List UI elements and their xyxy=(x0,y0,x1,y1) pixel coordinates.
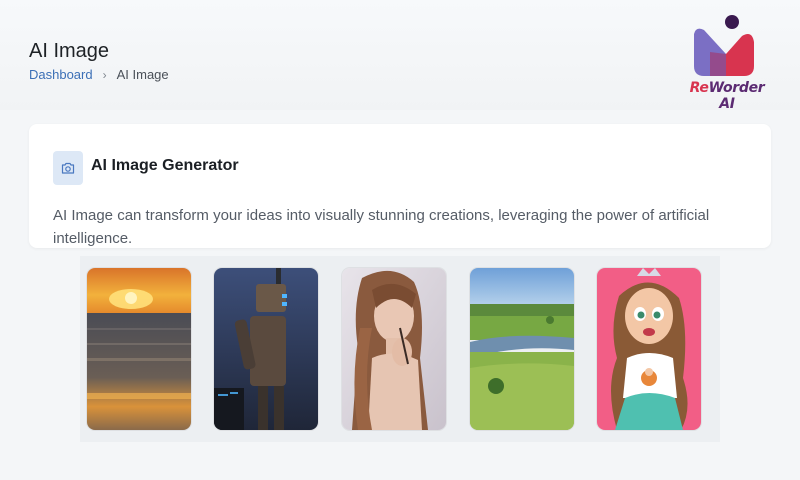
logo-text: ReWorder AI xyxy=(689,80,765,112)
ai-image-generator-card: AI Image Generator AI Image can transfor… xyxy=(29,124,771,248)
breadcrumb-current: AI Image xyxy=(116,67,169,82)
card-title: AI Image Generator xyxy=(91,157,239,174)
green-landscape-image[interactable] xyxy=(470,268,574,430)
woman-portrait-image[interactable] xyxy=(342,268,446,430)
chevron-right-icon: › xyxy=(102,67,107,82)
page-header: AI Image Dashboard › AI Image xyxy=(0,0,800,110)
image-gallery xyxy=(80,256,720,442)
camera-icon xyxy=(53,151,83,185)
page-title: AI Image xyxy=(29,40,110,62)
sunset-ocean-image[interactable] xyxy=(87,268,191,430)
reworder-logo[interactable]: ReWorder AI xyxy=(682,14,772,112)
breadcrumb-dashboard-link[interactable]: Dashboard xyxy=(29,67,93,82)
card-description: AI Image can transform your ideas into v… xyxy=(53,207,710,247)
logo-mark-icon xyxy=(694,15,754,77)
robot-image[interactable] xyxy=(214,268,318,430)
cartoon-princess-image[interactable] xyxy=(597,268,701,430)
breadcrumb: Dashboard › AI Image xyxy=(29,67,169,82)
